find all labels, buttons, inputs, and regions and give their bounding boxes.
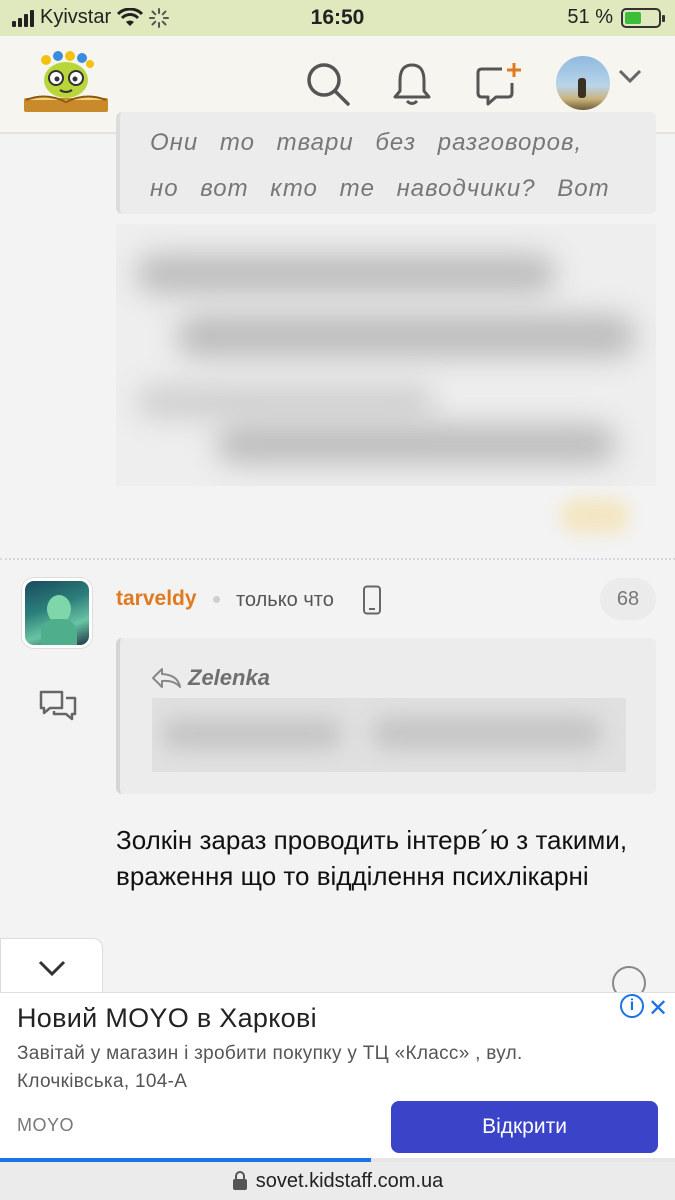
comment-icon[interactable] xyxy=(38,688,78,722)
battery-percent: 51 % xyxy=(567,6,613,28)
reaction-badge[interactable] xyxy=(560,498,630,534)
blurred-image xyxy=(116,224,656,486)
ad-title[interactable]: Новий MOYO в Харкові xyxy=(17,1003,317,1034)
lock-icon xyxy=(232,1171,247,1190)
ad-text: Завітай у магазин і зробити покупку у ТЦ… xyxy=(17,1043,523,1092)
post-separator xyxy=(0,558,675,560)
post-author[interactable]: tarveldy xyxy=(116,587,197,611)
new-message-button[interactable] xyxy=(472,58,524,110)
site-logo[interactable] xyxy=(20,48,112,120)
reply-arrow-icon xyxy=(152,668,181,688)
info-icon[interactable]: i xyxy=(620,994,644,1018)
post-time: только что xyxy=(236,589,334,611)
bell-icon xyxy=(393,63,431,105)
quote-author[interactable]: Zelenka xyxy=(188,665,270,691)
chevron-down-icon[interactable] xyxy=(618,68,642,84)
separator-dot xyxy=(213,596,220,603)
post-number[interactable]: 68 xyxy=(600,578,656,620)
ad-brand: MOYO xyxy=(17,1115,75,1135)
url-text: sovet.kidstaff.com.ua xyxy=(255,1169,444,1192)
user-avatar[interactable] xyxy=(556,56,610,110)
battery-icon xyxy=(621,7,665,28)
search-icon xyxy=(307,63,350,106)
mobile-device-icon xyxy=(363,585,381,615)
status-right: 51 % xyxy=(567,6,665,29)
post-body: Золкін зараз проводить інтерв´ю з такими… xyxy=(116,825,628,891)
new-message-icon xyxy=(476,63,521,106)
collapse-tab[interactable] xyxy=(0,938,103,996)
url-bar[interactable]: sovet.kidstaff.com.ua xyxy=(0,1162,675,1200)
status-bar: Kyivstar 16:50 51 % xyxy=(0,0,675,36)
close-icon[interactable]: ✕ xyxy=(648,994,668,1023)
notifications-button[interactable] xyxy=(386,58,438,110)
author-avatar[interactable] xyxy=(22,578,92,648)
search-button[interactable] xyxy=(302,58,354,110)
blurred-quote-content xyxy=(152,698,626,772)
ad-open-button[interactable]: Відкрити xyxy=(391,1101,658,1153)
chevron-down-icon xyxy=(38,960,65,976)
